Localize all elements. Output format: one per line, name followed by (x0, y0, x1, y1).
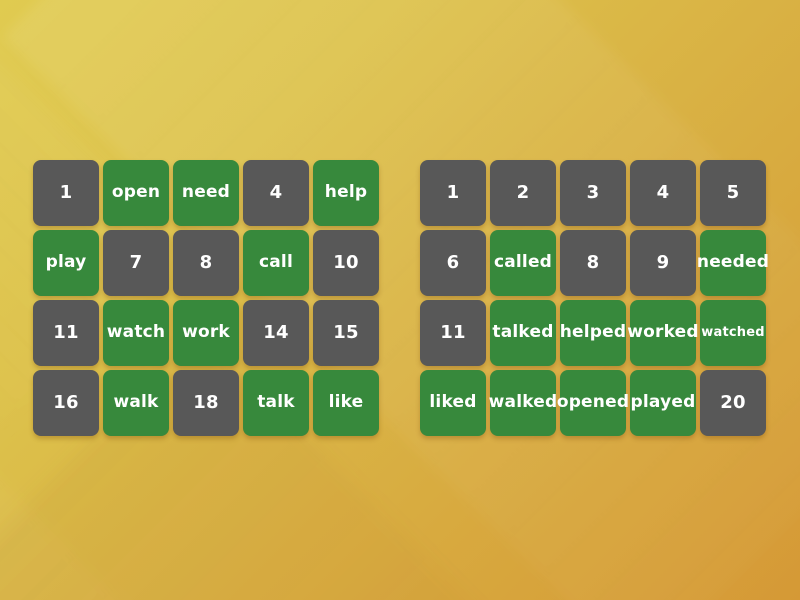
tile[interactable]: like (313, 370, 379, 436)
tile[interactable]: 9 (630, 230, 696, 296)
tile[interactable]: talk (243, 370, 309, 436)
tile[interactable]: opened (557, 370, 629, 436)
tile[interactable]: 5 (700, 160, 766, 226)
tile[interactable]: 18 (173, 370, 239, 436)
right-tile-grid: 1 2 3 4 5 6 called 8 9 needed 11 talked helped worked… (420, 160, 769, 436)
tile[interactable]: needed (697, 230, 769, 296)
tile[interactable]: walk (103, 370, 169, 436)
tile[interactable]: watched (700, 300, 766, 366)
tile[interactable]: liked (420, 370, 486, 436)
tile[interactable]: 1 (33, 160, 99, 226)
tile[interactable]: 20 (700, 370, 766, 436)
tile[interactable]: 11 (420, 300, 486, 366)
tile[interactable]: 10 (313, 230, 379, 296)
tile[interactable]: 7 (103, 230, 169, 296)
left-tile-grid: 1 open need 4 help play 7 8 call 10 11 watch work 14 1… (33, 160, 379, 436)
tile[interactable]: called (490, 230, 556, 296)
tile[interactable]: played (630, 370, 696, 436)
tile[interactable]: 6 (420, 230, 486, 296)
tile[interactable]: 16 (33, 370, 99, 436)
tile[interactable]: 4 (243, 160, 309, 226)
tile[interactable]: 2 (490, 160, 556, 226)
tile[interactable]: need (173, 160, 239, 226)
tile[interactable]: open (103, 160, 169, 226)
tile[interactable]: 8 (173, 230, 239, 296)
tile[interactable]: 3 (560, 160, 626, 226)
tile[interactable]: 1 (420, 160, 486, 226)
tile[interactable]: call (243, 230, 309, 296)
tile[interactable]: worked (627, 300, 699, 366)
tile[interactable]: watch (103, 300, 169, 366)
tile[interactable]: 14 (243, 300, 309, 366)
tile[interactable]: helped (560, 300, 626, 366)
tile[interactable]: 11 (33, 300, 99, 366)
tile[interactable]: talked (490, 300, 556, 366)
tile[interactable]: walked (489, 370, 557, 436)
tile[interactable]: play (33, 230, 99, 296)
tile[interactable]: 4 (630, 160, 696, 226)
game-board: 1 open need 4 help play 7 8 call 10 11 watch work 14 1… (0, 0, 800, 600)
tile[interactable]: work (173, 300, 239, 366)
tile[interactable]: help (313, 160, 379, 226)
tile[interactable]: 8 (560, 230, 626, 296)
tile[interactable]: 15 (313, 300, 379, 366)
